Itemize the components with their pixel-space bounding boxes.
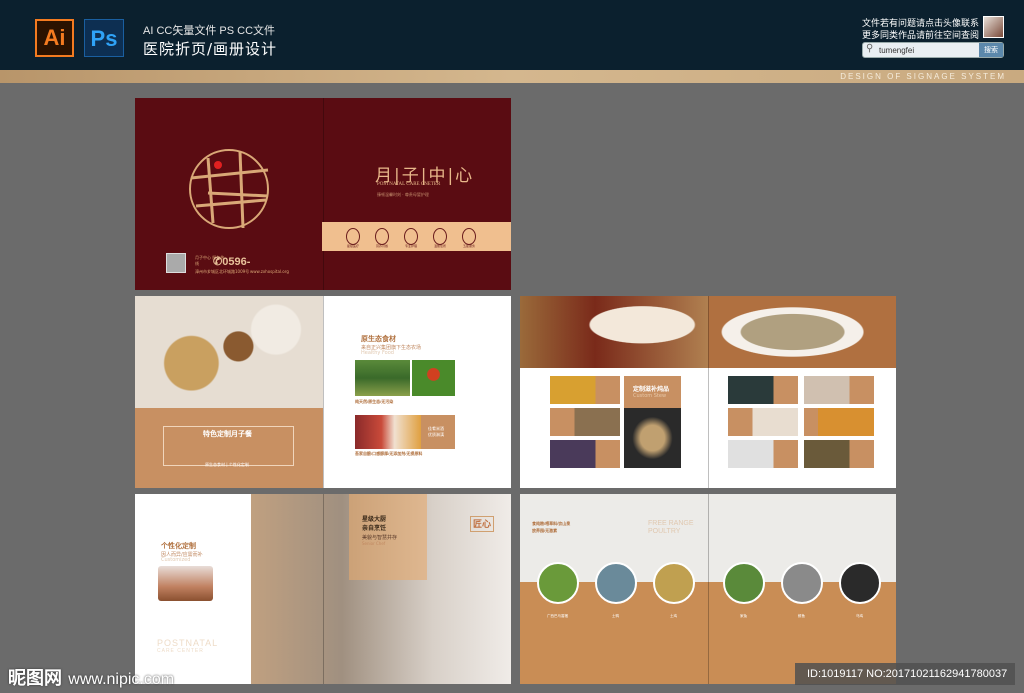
service-item: 专业护理 (404, 228, 418, 248)
brand-en-2: CARE CENTER (157, 648, 204, 654)
chef-title-1: 星级大厨 (362, 517, 387, 523)
gold-banner: DESIGN OF SIGNAGE SYSTEM (0, 70, 1024, 83)
bottom-caption: 吾家自酿/口感醇厚/无添加剂/无损原料 (355, 451, 423, 456)
banner-text: DESIGN OF SIGNAGE SYSTEM (840, 72, 1006, 81)
fish-soup-photo (708, 296, 896, 368)
custom-title: 个性化定制 (161, 543, 196, 550)
chef-title-2: 亲自烹饪 (362, 526, 387, 532)
soup-photo (135, 296, 323, 408)
poultry-en-2: POULTRY (648, 528, 681, 535)
avatar[interactable] (983, 16, 1004, 38)
service-item: 温馨住所 (433, 228, 447, 248)
stew-pot-photo (624, 408, 681, 468)
stew-item (550, 440, 620, 468)
craftsman-seal: 匠心 (470, 516, 494, 532)
chef-subtitle: 美貌与智慧并存 (362, 535, 398, 541)
eco-en: Healthy Food (361, 350, 394, 356)
search-icon: ⚲ (866, 43, 874, 54)
stew-item (728, 440, 798, 468)
cover-subtitle: POSTNATAL CARE CNETER (377, 182, 441, 187)
search-button[interactable]: 搜索 (979, 43, 1003, 57)
phone-number: ✆0596- (213, 256, 251, 268)
stew-item (550, 376, 620, 404)
search-input[interactable] (879, 44, 979, 56)
poultry-en-1: FREE RANGE (648, 520, 694, 527)
watermark-url: www.nipic.com (68, 671, 175, 688)
fish-photo (781, 562, 823, 604)
photoshop-logo: Ps (84, 19, 124, 57)
animal-label: 土鸭 (612, 614, 619, 618)
tomato-photo (412, 360, 455, 396)
feature-title: 特色定制月子餐 (203, 431, 252, 438)
header: Ai Ps AI CC矢量文件 PS CC文件 医院折页/画册设计 文件若有问题… (0, 0, 1024, 70)
stew-item (550, 408, 620, 436)
stew-item (728, 408, 798, 436)
stew-spread: 定制滋补炖品 Custom Stew (520, 296, 896, 488)
image-id: ID:1019117 NO:20171021162941780037 (795, 663, 1015, 685)
service-item: 星级医疗 (346, 228, 360, 248)
chef-spread: 个性化定制 因人而异/应需而补 Customized POSTNATAL CAR… (135, 494, 511, 684)
animal-label: 家兔 (740, 614, 747, 618)
badge-text: 佳肴米酒 优质淋漓 (428, 426, 444, 437)
animal-label: 乌鸡 (856, 614, 863, 618)
illustrator-logo: Ai (35, 19, 74, 57)
rabbit-photo (723, 562, 765, 604)
chicken-soup-photo (520, 296, 708, 368)
poultry-heading-2: 放养园/无激素 (532, 528, 558, 533)
stew-title-en: Custom Stew (633, 393, 667, 399)
stew-item (804, 408, 874, 436)
animal-label: 鲜鱼 (798, 614, 805, 618)
animal-label: 广西巴马香猪 (547, 614, 568, 618)
eco-title: 原生态食材 (361, 336, 396, 343)
watermark-logo: 昵图网 (8, 668, 62, 689)
cover-spread: 月子中心 服务热线 ✆0596- 漳州市芗城区北环城路1009号 www.zxh… (135, 98, 511, 290)
service-item: 五星服务 (462, 228, 476, 248)
search-box: ⚲ 搜索 (862, 42, 1004, 58)
chef-en: Senior Chef (362, 541, 386, 546)
qr-code (166, 253, 186, 273)
poultry-heading-1: 食纯粮/喂草料/饮山泉 (532, 521, 571, 526)
custom-en: Customized (161, 557, 191, 563)
page-title: 医院折页/画册设计 (143, 40, 278, 58)
chicken-photo (653, 562, 695, 604)
cover-tagline: 臻顿温馨时刻 · 尊贵母婴护理 (377, 192, 429, 197)
wine-photo (355, 415, 421, 449)
stew-item (804, 376, 874, 404)
poultry-spread: 食纯粮/喂草料/饮山泉 放养园/无激素 FREE RANGE POULTRY 广… (520, 494, 896, 684)
file-format-text: AI CC矢量文件 PS CC文件 (143, 25, 276, 37)
feature-footer: 原生态食材 | 个性化定制 (205, 462, 249, 467)
animal-label: 土鸡 (670, 614, 677, 618)
website: www.zxhospital.org (250, 269, 289, 274)
brand-en-1: POSTNATAL (157, 638, 219, 648)
farm-photo (355, 360, 410, 396)
services-list: 星级医疗 营养月餐 专业护理 温馨住所 五星服务 (346, 228, 476, 248)
stew-title: 定制滋补炖品 (633, 387, 670, 393)
service-item: 营养月餐 (375, 228, 389, 248)
address: 漳州市芗城区北环城路1009号 (195, 269, 250, 274)
black-chicken-photo (839, 562, 881, 604)
location-map (189, 149, 269, 229)
duck-photo (595, 562, 637, 604)
stew-item (728, 376, 798, 404)
food-spread: 特色定制月子餐 原生态食材 | 个性化定制 原生态食材 来自正兴集团旗下生态农场… (135, 296, 511, 488)
notice-line-2: 更多同类作品请前往空间查阅 (862, 31, 980, 41)
eco-caption: 纯天然/原生态/无污染 (355, 399, 394, 404)
nipic-watermark: 昵图网 www.nipic.com (8, 664, 174, 690)
hands-photo (158, 566, 213, 601)
pig-photo (537, 562, 579, 604)
stew-item (804, 440, 874, 468)
